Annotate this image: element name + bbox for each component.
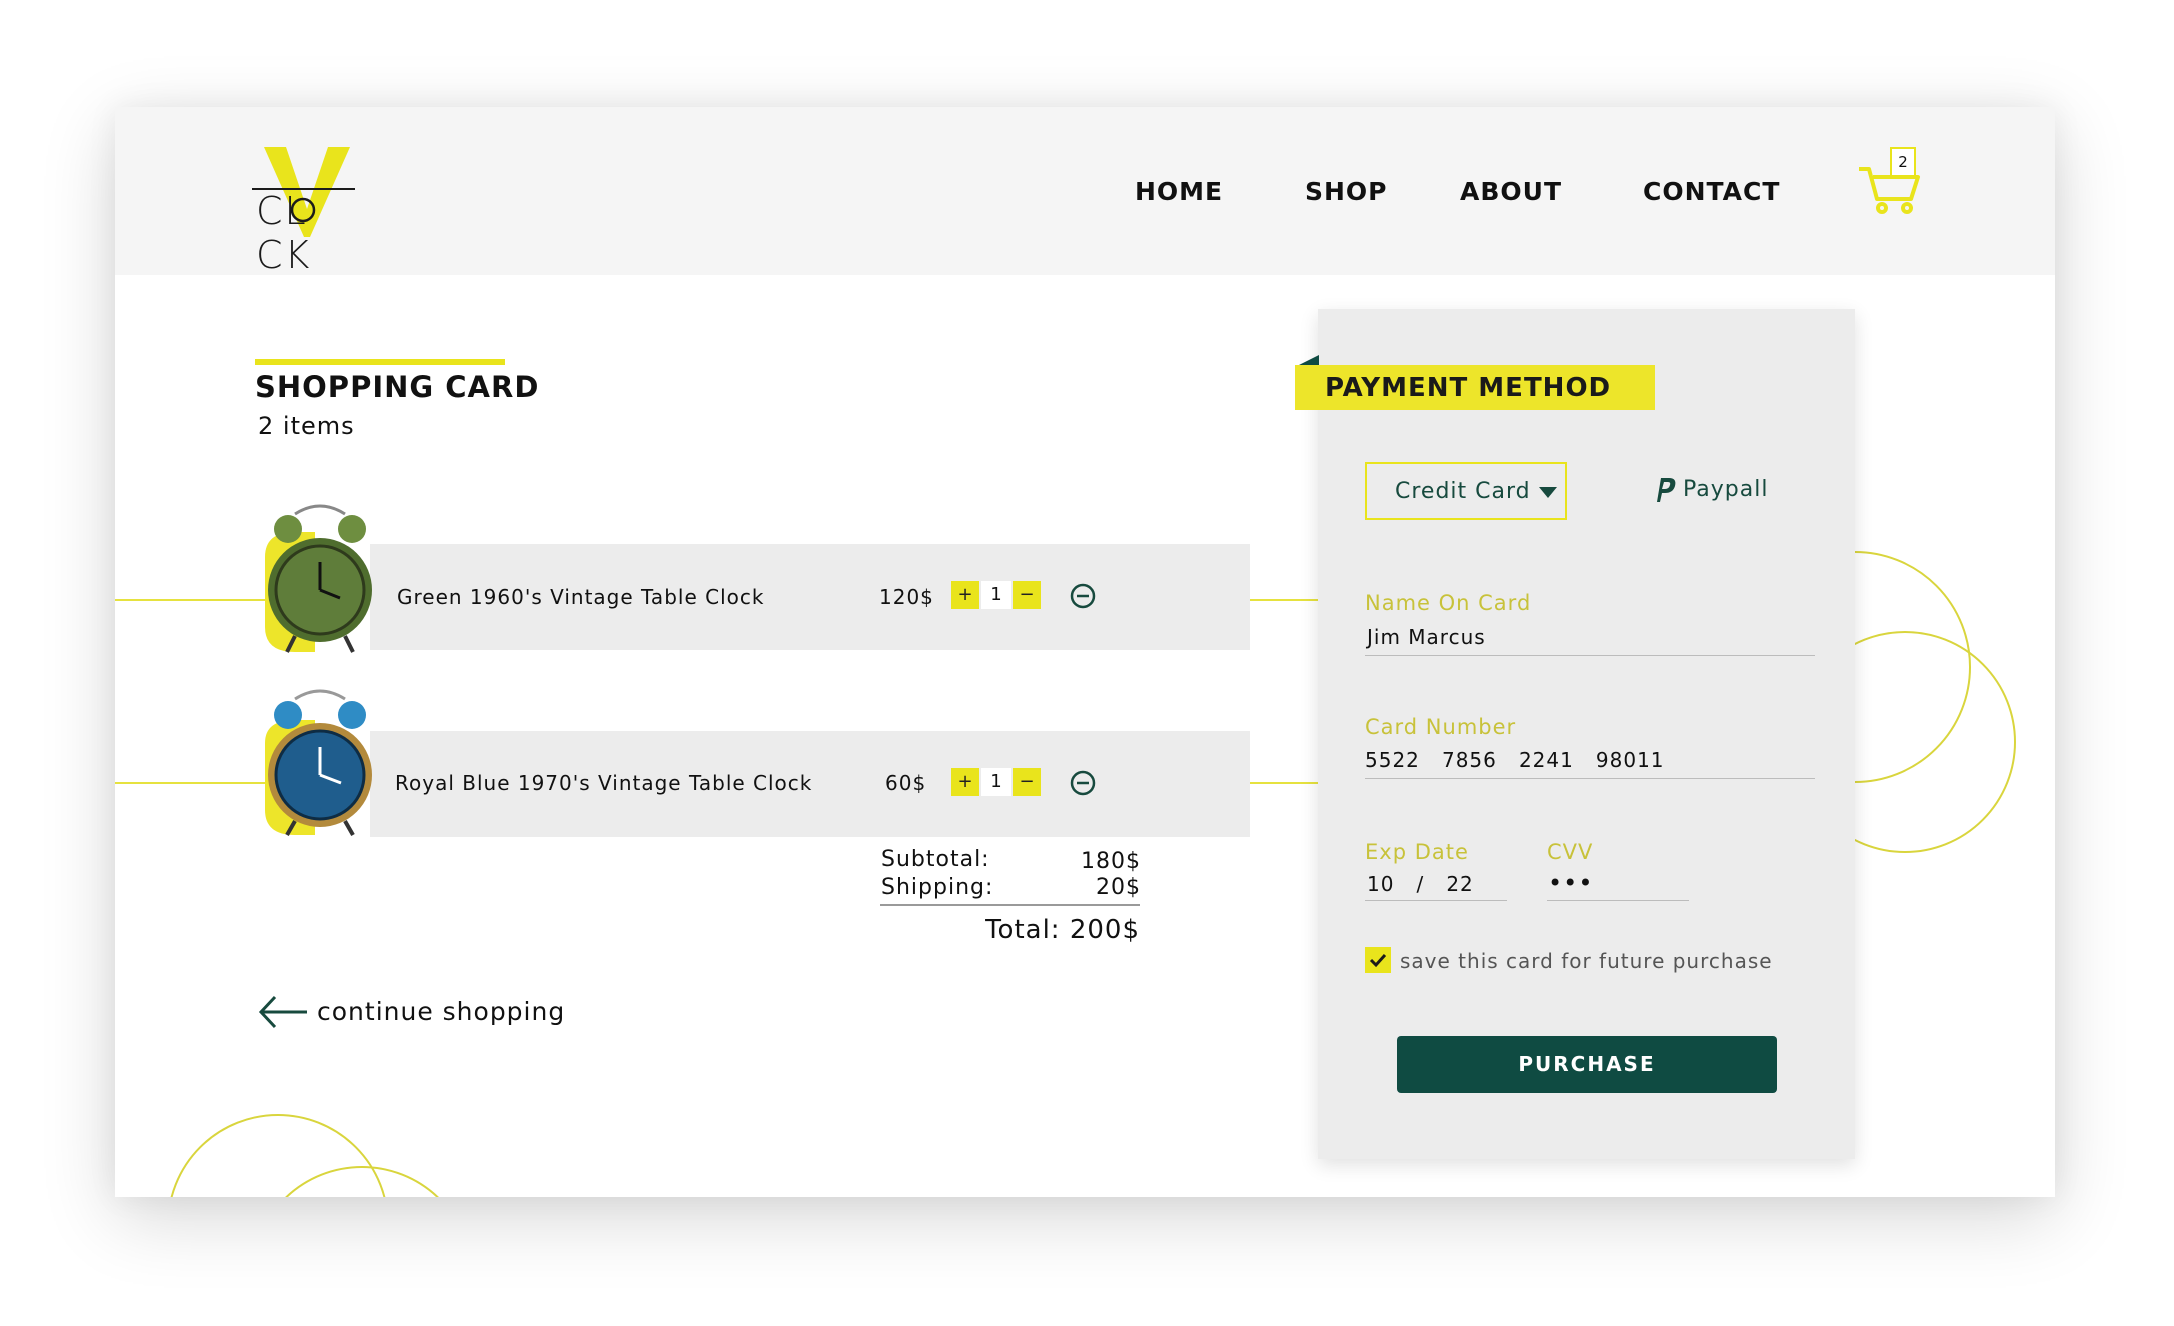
logo[interactable]: CL CK bbox=[252, 147, 362, 277]
remove-item-icon[interactable] bbox=[1069, 582, 1097, 610]
cvv-input[interactable]: ••• bbox=[1548, 869, 1593, 897]
save-card-label: save this card for future purchase bbox=[1400, 949, 1773, 973]
decorative-circles-bottom bbox=[170, 1114, 439, 1197]
input-underline bbox=[1365, 900, 1507, 901]
qty-value[interactable]: 1 bbox=[981, 768, 1011, 796]
card-number-label: Card Number bbox=[1365, 715, 1517, 739]
payment-method-select[interactable]: Credit Card bbox=[1365, 462, 1567, 520]
qty-value[interactable]: 1 bbox=[981, 581, 1011, 609]
continue-shopping-label: continue shopping bbox=[317, 997, 566, 1026]
item-name[interactable]: Royal Blue 1970's Vintage Table Clock bbox=[395, 771, 812, 795]
input-underline bbox=[1365, 655, 1815, 656]
qty-decrease-button[interactable]: − bbox=[1013, 581, 1041, 609]
save-card-checkbox[interactable] bbox=[1365, 947, 1391, 973]
payment-title: PAYMENT METHOD bbox=[1325, 373, 1612, 403]
payment-method-value: Credit Card bbox=[1395, 479, 1531, 504]
subtotal-value: 180$ bbox=[1081, 849, 1141, 874]
cvv-label: CVV bbox=[1547, 840, 1594, 864]
items-count: 2 items bbox=[258, 412, 355, 440]
nav-shop[interactable]: SHOP bbox=[1305, 177, 1388, 206]
item-price: 60$ bbox=[885, 771, 927, 795]
card-number-input[interactable]: 5522 7856 2241 98011 bbox=[1365, 748, 1665, 772]
title-accent-bar bbox=[255, 359, 505, 365]
blue-clock-image bbox=[265, 689, 372, 836]
exp-date-input[interactable]: 10 / 22 bbox=[1367, 872, 1474, 896]
logo-o-icon bbox=[290, 197, 316, 223]
paypal-icon bbox=[1657, 478, 1676, 502]
nav-contact[interactable]: CONTACT bbox=[1643, 177, 1780, 206]
input-underline bbox=[1365, 778, 1815, 779]
shipping-label: Shipping: bbox=[881, 875, 994, 900]
shopping-title: SHOPPING CARD bbox=[255, 370, 540, 404]
subtotal-label: Subtotal: bbox=[881, 847, 990, 872]
qty-increase-button[interactable]: + bbox=[951, 768, 979, 796]
shipping-value: 20$ bbox=[1096, 875, 1141, 900]
item-price: 120$ bbox=[879, 585, 934, 609]
caret-down-icon bbox=[1539, 487, 1557, 498]
summary-divider bbox=[880, 904, 1140, 906]
item-name[interactable]: Green 1960's Vintage Table Clock bbox=[397, 585, 764, 609]
arrow-left-icon bbox=[258, 995, 307, 1029]
nav-home[interactable]: HOME bbox=[1135, 177, 1223, 206]
nav-about[interactable]: ABOUT bbox=[1460, 177, 1562, 206]
total-value: Total: 200$ bbox=[985, 915, 1140, 945]
cart-count-badge: 2 bbox=[1890, 147, 1916, 177]
paypal-label: Paypall bbox=[1683, 477, 1769, 502]
page-frame: CL CK HOME SHOP ABOUT CONTACT 2 SHOPPING… bbox=[115, 107, 2055, 1197]
header: CL CK HOME SHOP ABOUT CONTACT 2 bbox=[115, 107, 2055, 277]
remove-item-icon[interactable] bbox=[1069, 769, 1097, 797]
input-underline bbox=[1547, 900, 1689, 901]
name-on-card-label: Name On Card bbox=[1365, 591, 1532, 615]
exp-date-label: Exp Date bbox=[1365, 840, 1469, 864]
name-on-card-input[interactable]: Jim Marcus bbox=[1367, 625, 1486, 649]
qty-decrease-button[interactable]: − bbox=[1013, 768, 1041, 796]
qty-increase-button[interactable]: + bbox=[951, 581, 979, 609]
purchase-button[interactable]: PURCHASE bbox=[1397, 1036, 1777, 1093]
green-clock-image bbox=[265, 504, 372, 653]
